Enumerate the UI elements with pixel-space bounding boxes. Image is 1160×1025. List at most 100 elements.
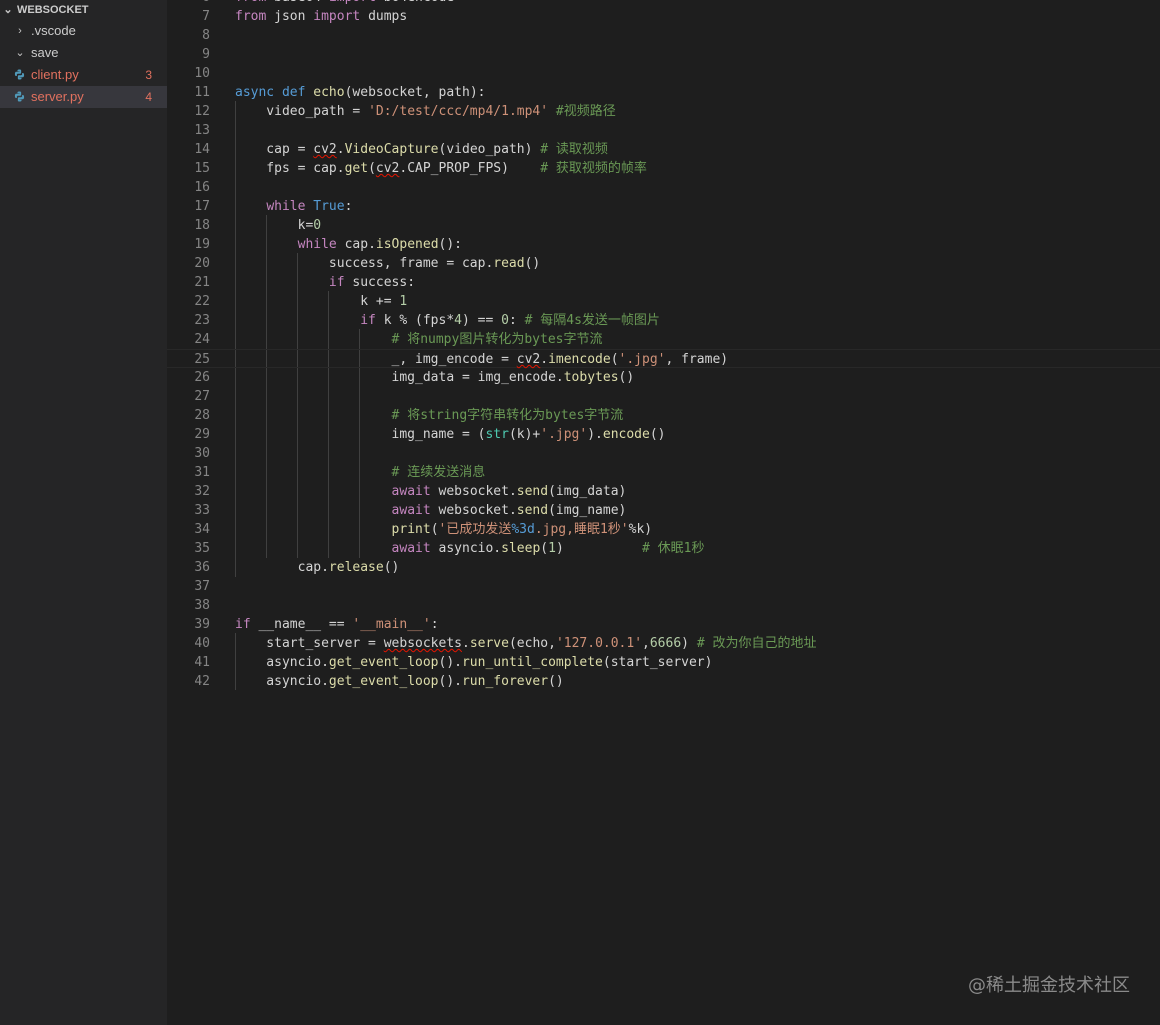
code-line[interactable]: 25 _, img_encode = cv2.imencode('.jpg', …: [167, 349, 1160, 368]
code-line[interactable]: 9: [167, 45, 1160, 64]
line-number: 42: [194, 674, 210, 689]
code-line[interactable]: 13: [167, 121, 1160, 140]
code-line[interactable]: 19 while cap.isOpened():: [167, 235, 1160, 254]
problem-count-badge: 4: [145, 90, 152, 104]
line-number: 10: [194, 66, 210, 81]
code-text[interactable]: cap = cv2.VideoCapture(video_path) # 读取视…: [235, 140, 608, 159]
line-number: 8: [202, 28, 210, 43]
tree-item-save[interactable]: ⌄ save: [0, 42, 167, 64]
line-number: 18: [194, 218, 210, 233]
line-number: 24: [194, 332, 210, 347]
tree-item-label: server.py: [31, 89, 84, 104]
line-number: 23: [194, 313, 210, 328]
code-text[interactable]: asyncio.get_event_loop().run_until_compl…: [235, 653, 712, 672]
code-line[interactable]: 39 if __name__ == '__main__':: [167, 615, 1160, 634]
tree-item-server-py[interactable]: server.py 4: [0, 86, 167, 108]
code-line[interactable]: 42 asyncio.get_event_loop().run_forever(…: [167, 672, 1160, 691]
line-number: 41: [194, 655, 210, 670]
code-text[interactable]: from base64 import b64encode: [235, 0, 454, 7]
tree-item-client-py[interactable]: client.py 3: [0, 64, 167, 86]
code-text[interactable]: img_name = (str(k)+'.jpg').encode(): [235, 425, 666, 444]
code-text[interactable]: # 将string字符串转化为bytes字节流: [235, 406, 624, 425]
code-line[interactable]: 35 await asyncio.sleep(1) # 休眠1秒: [167, 539, 1160, 558]
code-line[interactable]: 8: [167, 26, 1160, 45]
code-text[interactable]: video_path = 'D:/test/ccc/mp4/1.mp4' #视频…: [235, 102, 615, 121]
code-line[interactable]: 14 cap = cv2.VideoCapture(video_path) # …: [167, 140, 1160, 159]
code-line[interactable]: 23 if k % (fps*4) == 0: # 每隔4s发送一帧图片: [167, 311, 1160, 330]
tree-item-label: save: [31, 45, 59, 60]
code-line[interactable]: 38: [167, 596, 1160, 615]
code-text[interactable]: if __name__ == '__main__':: [235, 615, 439, 634]
code-line[interactable]: 37: [167, 577, 1160, 596]
code-text[interactable]: success, frame = cap.read(): [235, 254, 540, 273]
code-line[interactable]: 26 img_data = img_encode.tobytes(): [167, 368, 1160, 387]
code-text[interactable]: await websocket.send(img_name): [235, 501, 627, 520]
chevron-down-icon: ⌄: [15, 47, 25, 59]
code-line[interactable]: 7 from json import dumps: [167, 7, 1160, 26]
code-line[interactable]: 33 await websocket.send(img_name): [167, 501, 1160, 520]
line-number: 16: [194, 180, 210, 195]
tree-item-label: client.py: [31, 67, 79, 82]
line-number: 28: [194, 408, 210, 423]
code-line[interactable]: 15 fps = cap.get(cv2.CAP_PROP_FPS) # 获取视…: [167, 159, 1160, 178]
tree-item-vscode[interactable]: › .vscode: [0, 20, 167, 42]
code-text[interactable]: await asyncio.sleep(1) # 休眠1秒: [235, 539, 705, 558]
code-text[interactable]: asyncio.get_event_loop().run_forever(): [235, 672, 563, 691]
code-text[interactable]: while cap.isOpened():: [235, 235, 462, 254]
code-line[interactable]: 32 await websocket.send(img_data): [167, 482, 1160, 501]
code-text[interactable]: img_data = img_encode.tobytes(): [235, 368, 635, 387]
code-text[interactable]: k += 1: [235, 292, 407, 311]
chevron-right-icon: ›: [18, 25, 22, 37]
line-number: 7: [202, 9, 210, 24]
code-line[interactable]: 6 from base64 import b64encode: [167, 0, 1160, 7]
python-file-icon: [14, 69, 25, 80]
code-text[interactable]: await websocket.send(img_data): [235, 482, 627, 501]
code-line[interactable]: 31 # 连续发送消息: [167, 463, 1160, 482]
code-text[interactable]: while True:: [235, 197, 352, 216]
code-text[interactable]: start_server = websockets.serve(echo,'12…: [235, 634, 816, 653]
line-number: 29: [194, 427, 210, 442]
line-number: 26: [194, 370, 210, 385]
line-number: 39: [194, 617, 210, 632]
code-text[interactable]: k=0: [235, 216, 322, 235]
code-text[interactable]: # 连续发送消息: [235, 463, 486, 482]
chevron-down-icon: ⌄: [3, 4, 13, 16]
line-number: 21: [194, 275, 210, 290]
code-text[interactable]: cap.release(): [235, 558, 400, 577]
code-line[interactable]: 21 if success:: [167, 273, 1160, 292]
code-line[interactable]: 24 # 将numpy图片转化为bytes字节流: [167, 330, 1160, 349]
code-text[interactable]: async def echo(websocket, path):: [235, 83, 485, 102]
code-line[interactable]: 34 print('已成功发送%3d.jpg,睡眠1秒'%k): [167, 520, 1160, 539]
code-line[interactable]: 29 img_name = (str(k)+'.jpg').encode(): [167, 425, 1160, 444]
code-line[interactable]: 28 # 将string字符串转化为bytes字节流: [167, 406, 1160, 425]
code-line[interactable]: 41 asyncio.get_event_loop().run_until_co…: [167, 653, 1160, 672]
code-line[interactable]: 10: [167, 64, 1160, 83]
code-text[interactable]: from json import dumps: [235, 7, 407, 26]
tree-item-label: .vscode: [31, 23, 76, 38]
code-line[interactable]: 27: [167, 387, 1160, 406]
code-line[interactable]: 11 async def echo(websocket, path):: [167, 83, 1160, 102]
code-text[interactable]: if k % (fps*4) == 0: # 每隔4s发送一帧图片: [235, 311, 660, 330]
explorer-root-label: WEBSOCKET: [17, 4, 89, 16]
code-text[interactable]: fps = cap.get(cv2.CAP_PROP_FPS) # 获取视频的帧…: [235, 159, 647, 178]
python-file-icon: [14, 91, 25, 102]
explorer-root-folder[interactable]: ⌄ WEBSOCKET: [0, 0, 167, 21]
code-editor[interactable]: 6 from base64 import b64encode 7 from json …: [167, 0, 1160, 1025]
code-line[interactable]: 16: [167, 178, 1160, 197]
code-line[interactable]: 20 success, frame = cap.read(): [167, 254, 1160, 273]
line-number: 25: [194, 352, 210, 367]
code-text[interactable]: print('已成功发送%3d.jpg,睡眠1秒'%k): [235, 520, 653, 539]
line-number: 40: [194, 636, 210, 651]
code-line[interactable]: 36 cap.release(): [167, 558, 1160, 577]
code-line[interactable]: 40 start_server = websockets.serve(echo,…: [167, 634, 1160, 653]
code-line[interactable]: 12 video_path = 'D:/test/ccc/mp4/1.mp4' …: [167, 102, 1160, 121]
code-line[interactable]: 22 k += 1: [167, 292, 1160, 311]
line-number: 37: [194, 579, 210, 594]
line-number: 36: [194, 560, 210, 575]
code-line[interactable]: 30: [167, 444, 1160, 463]
code-line[interactable]: 17 while True:: [167, 197, 1160, 216]
code-text[interactable]: if success:: [235, 273, 415, 292]
code-text[interactable]: # 将numpy图片转化为bytes字节流: [235, 330, 603, 349]
code-line[interactable]: 18 k=0: [167, 216, 1160, 235]
code-text[interactable]: _, img_encode = cv2.imencode('.jpg', fra…: [235, 350, 729, 369]
